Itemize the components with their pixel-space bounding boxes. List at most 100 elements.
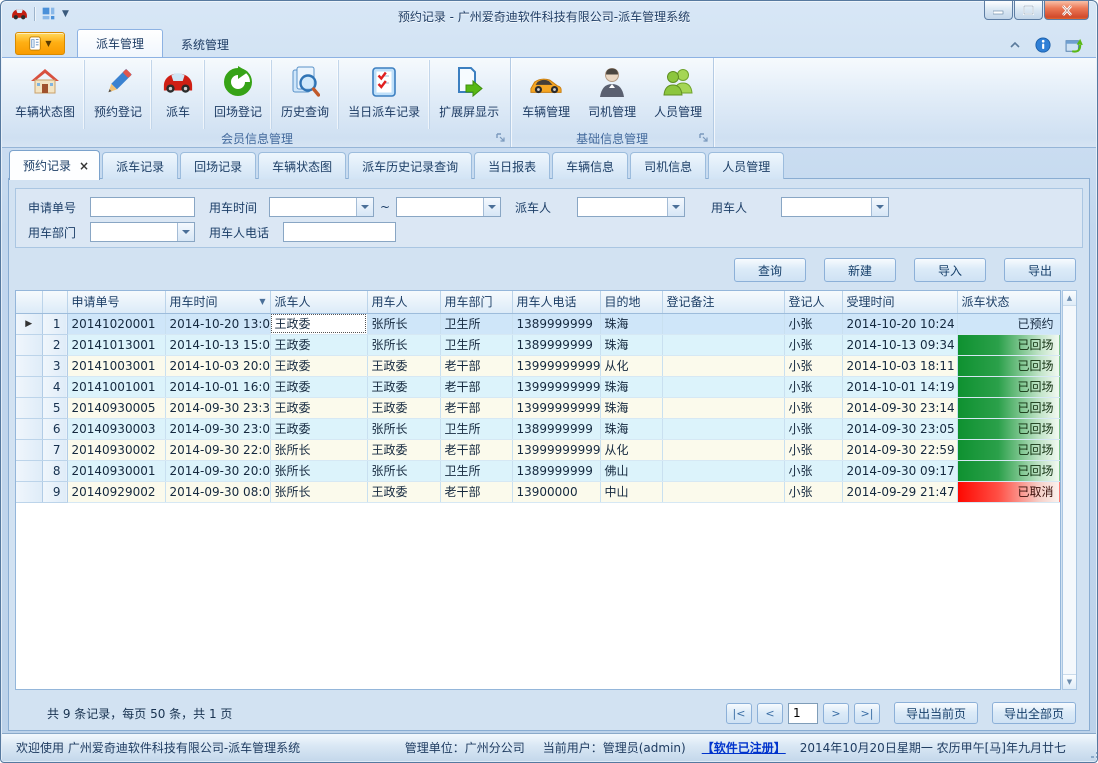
pager-last-button[interactable]: >| (854, 703, 880, 724)
cell-destination[interactable]: 中山 (600, 481, 662, 502)
column-filter-icon[interactable]: ▼ (259, 297, 265, 306)
cell-request_no[interactable]: 20141020001 (67, 313, 165, 334)
qat-dropdown-icon[interactable]: ▼ (62, 9, 69, 19)
new-button[interactable]: 新建 (824, 258, 896, 282)
cell-request_no[interactable]: 20141013001 (67, 334, 165, 355)
cell-status[interactable]: 已回场 (957, 439, 1060, 460)
registered-link[interactable]: 【软件已注册】 (702, 739, 786, 756)
cell-remark[interactable] (662, 460, 784, 481)
cell-status[interactable]: 已回场 (957, 418, 1060, 439)
cell-dispatcher[interactable]: 王政委 (270, 313, 367, 334)
user-phone-input[interactable] (283, 222, 396, 242)
cell-accept_time[interactable]: 2014-09-30 22:59 (842, 439, 957, 460)
cell-phone[interactable]: 13999999999 (512, 397, 600, 418)
cell-remark[interactable] (662, 376, 784, 397)
column-header-request_no[interactable]: 申请单号 (67, 291, 165, 313)
cell-destination[interactable]: 从化 (600, 355, 662, 376)
table-row[interactable]: 2201410130012014-10-13 15:00王政委张所长卫生所138… (16, 334, 1060, 355)
cell-destination[interactable]: 珠海 (600, 313, 662, 334)
dispatcher-combobox[interactable] (577, 197, 685, 217)
import-button[interactable]: 导入 (914, 258, 986, 282)
cell-department[interactable]: 老干部 (440, 397, 512, 418)
department-combobox[interactable] (90, 222, 195, 242)
column-header-remark[interactable]: 登记备注 (662, 291, 784, 313)
ribbon-tab-system-manage[interactable]: 系统管理 (163, 31, 247, 57)
maximize-button[interactable] (1014, 1, 1043, 20)
cell-department[interactable]: 老干部 (440, 481, 512, 502)
cell-phone[interactable]: 1389999999 (512, 460, 600, 481)
export-button[interactable]: 导出 (1004, 258, 1076, 282)
cell-department[interactable]: 卫生所 (440, 460, 512, 481)
cell-accept_time[interactable]: 2014-10-13 09:34 (842, 334, 957, 355)
cell-accept_time[interactable]: 2014-10-03 18:11 (842, 355, 957, 376)
cell-destination[interactable]: 珠海 (600, 397, 662, 418)
cell-dispatcher[interactable]: 张所长 (270, 460, 367, 481)
tab-vehicle-info[interactable]: 车辆信息 (552, 152, 628, 179)
request-no-input[interactable] (90, 197, 195, 217)
combo-arrow-icon[interactable] (356, 198, 373, 216)
column-header-use_time[interactable]: 用车时间▼ (165, 291, 270, 313)
column-header-destination[interactable]: 目的地 (600, 291, 662, 313)
cell-remark[interactable] (662, 439, 784, 460)
page-number-input[interactable] (788, 703, 818, 724)
combo-arrow-icon[interactable] (483, 198, 500, 216)
cell-request_no[interactable]: 20140930002 (67, 439, 165, 460)
cell-department[interactable]: 老干部 (440, 376, 512, 397)
cell-use_time[interactable]: 2014-09-30 23:00 (165, 418, 270, 439)
cell-accept_time[interactable]: 2014-10-20 10:24 (842, 313, 957, 334)
table-row[interactable]: 3201410030012014-10-03 20:00王政委王政委老干部139… (16, 355, 1060, 376)
cell-accept_time[interactable]: 2014-09-29 21:47 (842, 481, 957, 502)
cell-status[interactable]: 已回场 (957, 397, 1060, 418)
cell-dispatcher[interactable]: 王政委 (270, 334, 367, 355)
dispatch-button[interactable]: 派车 (151, 60, 204, 129)
cell-destination[interactable]: 从化 (600, 439, 662, 460)
minimize-button[interactable] (984, 1, 1013, 20)
cell-department[interactable]: 老干部 (440, 355, 512, 376)
cell-phone[interactable]: 13999999999 (512, 355, 600, 376)
cell-dispatcher[interactable]: 王政委 (270, 376, 367, 397)
reserve-register-button[interactable]: 预约登记 (84, 60, 151, 129)
cell-remark[interactable] (662, 313, 784, 334)
pager-first-button[interactable]: |< (726, 703, 752, 724)
cell-accept_time[interactable]: 2014-09-30 09:17 (842, 460, 957, 481)
history-query-button[interactable]: 历史查询 (271, 60, 338, 129)
cell-destination[interactable]: 珠海 (600, 418, 662, 439)
table-row[interactable]: 6201409300032014-09-30 23:00王政委张所长卫生所138… (16, 418, 1060, 439)
column-header-registrar[interactable]: 登记人 (784, 291, 842, 313)
cell-destination[interactable]: 佛山 (600, 460, 662, 481)
cell-department[interactable]: 卫生所 (440, 418, 512, 439)
cell-request_no[interactable]: 20140929002 (67, 481, 165, 502)
person-manage-button[interactable]: 人员管理 (645, 60, 711, 129)
cell-registrar[interactable]: 小张 (784, 439, 842, 460)
tab-daily-report[interactable]: 当日报表 (474, 152, 550, 179)
cell-remark[interactable] (662, 418, 784, 439)
cell-remark[interactable] (662, 355, 784, 376)
cell-user[interactable]: 王政委 (367, 376, 440, 397)
cell-dispatcher[interactable]: 张所长 (270, 481, 367, 502)
export-all-pages-button[interactable]: 导出全部页 (992, 702, 1076, 724)
query-button[interactable]: 查询 (734, 258, 806, 282)
cell-user[interactable]: 张所长 (367, 460, 440, 481)
cell-phone[interactable]: 1389999999 (512, 418, 600, 439)
title-bar[interactable]: ▼ 预约记录 - 广州爱奇迪软件科技有限公司-派车管理系统 (1, 1, 1097, 29)
cell-user[interactable]: 张所长 (367, 313, 440, 334)
cell-status[interactable]: 已取消 (957, 481, 1060, 502)
column-header-user[interactable]: 用车人 (367, 291, 440, 313)
cell-status[interactable]: 已回场 (957, 376, 1060, 397)
cell-department[interactable]: 老干部 (440, 439, 512, 460)
cell-status[interactable]: 已回场 (957, 334, 1060, 355)
vehicle-manage-button[interactable]: 车辆管理 (513, 60, 579, 129)
column-header-phone[interactable]: 用车人电话 (512, 291, 600, 313)
cell-registrar[interactable]: 小张 (784, 418, 842, 439)
tab-dispatch-history-query[interactable]: 派车历史记录查询 (348, 152, 472, 179)
table-row[interactable]: ▶1201410200012014-10-20 13:00王政委张所长卫生所13… (16, 313, 1060, 334)
info-icon[interactable] (1035, 37, 1051, 53)
cell-destination[interactable]: 珠海 (600, 334, 662, 355)
cell-request_no[interactable]: 20140930001 (67, 460, 165, 481)
table-row[interactable]: 9201409290022014-09-30 08:00张所长王政委老干部139… (16, 481, 1060, 502)
cell-user[interactable]: 张所长 (367, 418, 440, 439)
table-row[interactable]: 8201409300012014-09-30 20:00张所长张所长卫生所138… (16, 460, 1060, 481)
cell-registrar[interactable]: 小张 (784, 481, 842, 502)
cell-dispatcher[interactable]: 王政委 (270, 397, 367, 418)
cell-destination[interactable]: 珠海 (600, 376, 662, 397)
